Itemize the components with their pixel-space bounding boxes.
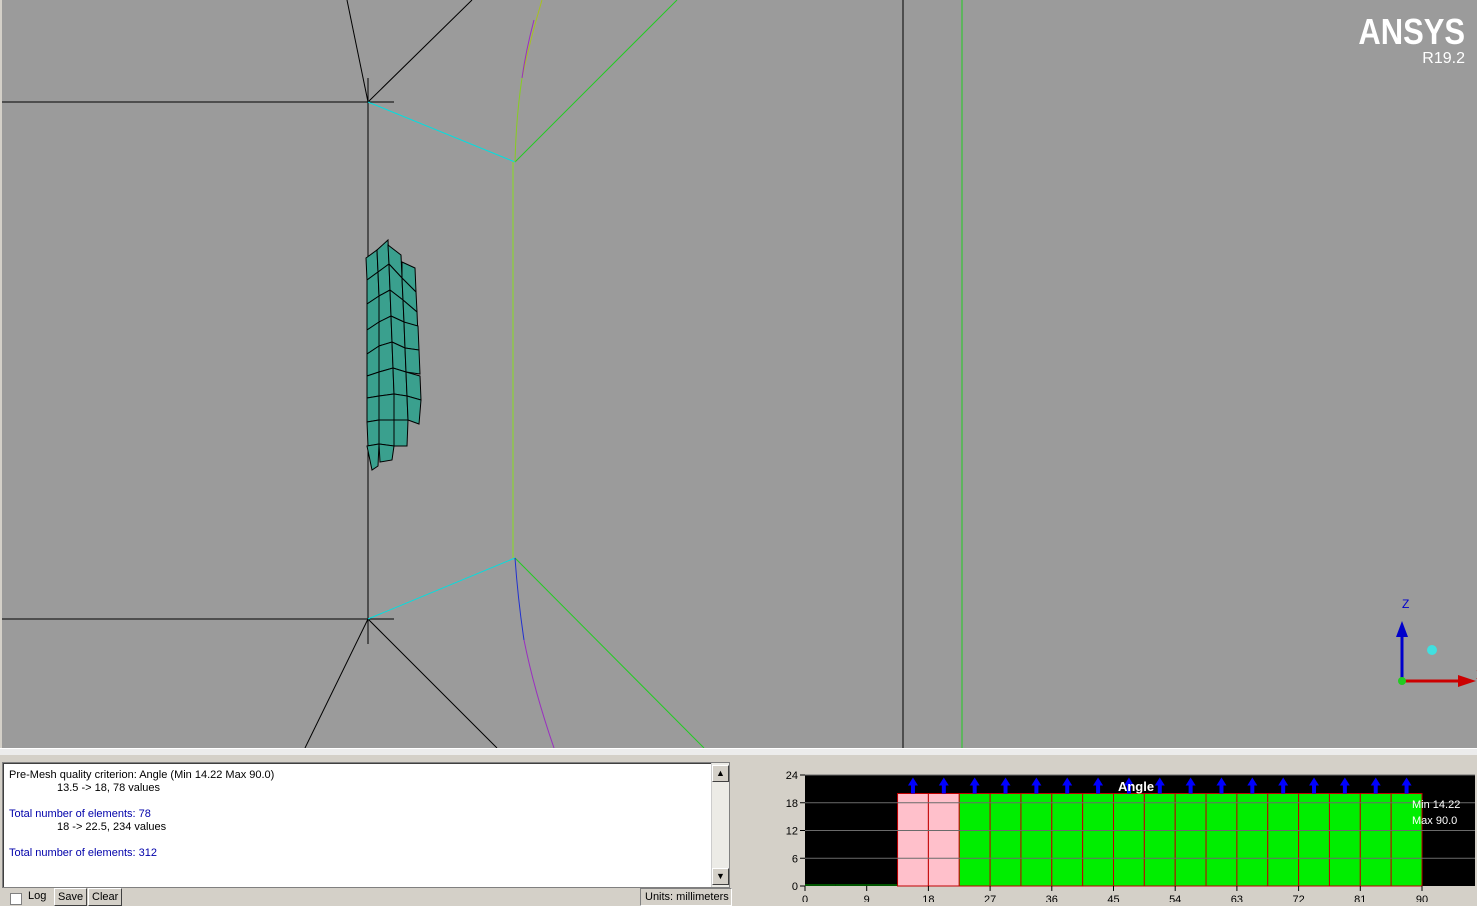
message-scrollbar[interactable]: ▲ ▼	[711, 763, 729, 887]
x-axis-arrow-icon	[1458, 675, 1476, 687]
histogram-title: Angle	[1118, 779, 1154, 794]
y-tick-label: 6	[792, 853, 798, 865]
message-toolbar: Log Save Clear Units: millimeters	[0, 886, 740, 906]
histogram-bar[interactable]	[1174, 793, 1207, 887]
model-geometry[interactable]	[2, 0, 1477, 748]
x-tick-label: 54	[1169, 894, 1181, 902]
ansys-logo: ANSYS R19.2	[1341, 14, 1465, 68]
histogram-bar[interactable]	[1020, 793, 1053, 887]
x-tick-label: 36	[1046, 894, 1058, 902]
histogram-bar[interactable]	[958, 793, 991, 887]
message-window[interactable]: Pre-Mesh quality criterion: Angle (Min 1…	[2, 762, 730, 888]
log-checkbox[interactable]	[10, 893, 22, 905]
message-line: 18 -> 22.5, 234 values	[57, 821, 167, 833]
scroll-down-icon[interactable]: ▼	[712, 868, 729, 885]
message-line: 13.5 -> 18, 78 values	[57, 782, 161, 794]
y-tick-label: 18	[786, 798, 798, 810]
save-button[interactable]: Save	[54, 888, 88, 906]
histogram-bar[interactable]	[1143, 793, 1176, 887]
triad-center-icon	[1427, 645, 1437, 655]
x-tick-label: 72	[1292, 894, 1304, 902]
brand-name: ANSYS	[1358, 11, 1465, 52]
message-line: Total number of elements: 78	[9, 808, 151, 820]
histogram-bar[interactable]	[1328, 793, 1361, 887]
y-tick-label: 0	[792, 881, 798, 893]
log-label: Log	[28, 890, 47, 902]
x-tick-label: 63	[1231, 894, 1243, 902]
y-tick-label: 24	[786, 770, 798, 782]
histogram-bar[interactable]	[1051, 793, 1084, 887]
y-tick-label: 12	[786, 826, 798, 838]
clear-button[interactable]: Clear	[88, 888, 123, 906]
message-text: Pre-Mesh quality criterion: Angle (Min 1…	[9, 769, 274, 860]
axis-triad[interactable]: Z X	[1390, 595, 1477, 695]
histogram-bar[interactable]	[1082, 793, 1114, 887]
histogram-max: Max 90.0	[1412, 815, 1457, 827]
histogram-bar[interactable]	[897, 793, 929, 887]
triad-z-label: Z	[1402, 597, 1409, 611]
mesh-elements	[365, 238, 422, 471]
histogram-bar[interactable]	[1236, 793, 1269, 887]
x-tick-label: 27	[984, 894, 996, 902]
message-line: Pre-Mesh quality criterion: Angle (Min 1…	[9, 769, 275, 781]
panel-separator[interactable]	[0, 748, 1477, 755]
histogram-bar[interactable]	[1267, 793, 1300, 887]
message-line: Total number of elements: 312	[9, 847, 157, 859]
histogram-min: Min 14.22	[1412, 799, 1460, 811]
x-tick-label: 45	[1107, 894, 1119, 902]
histogram-bar[interactable]	[1205, 793, 1238, 887]
graphics-viewport[interactable]: ANSYS R19.2 Z X	[2, 0, 1477, 748]
scroll-up-icon[interactable]: ▲	[712, 765, 729, 782]
histogram-bar[interactable]	[1113, 793, 1145, 887]
brand-version: R19.2	[1422, 50, 1465, 67]
z-axis-arrow-icon	[1396, 621, 1408, 637]
units-display: Units: millimeters	[640, 888, 732, 906]
x-tick-label: 81	[1354, 894, 1366, 902]
x-tick-label: 18	[922, 894, 934, 902]
x-tick-label: 90	[1416, 894, 1428, 902]
x-tick-label: 0	[802, 894, 808, 902]
histogram-bar[interactable]	[927, 793, 960, 887]
histogram-bar[interactable]	[1298, 793, 1330, 887]
quality-histogram[interactable]: 0 6 12 18 24 0 9 18 27 36 45 54 63 72 81 90 Angle Min …	[770, 766, 1477, 902]
histogram-bar[interactable]	[1359, 793, 1392, 887]
histogram-bar[interactable]	[989, 793, 1022, 887]
x-tick-label: 9	[864, 894, 870, 902]
